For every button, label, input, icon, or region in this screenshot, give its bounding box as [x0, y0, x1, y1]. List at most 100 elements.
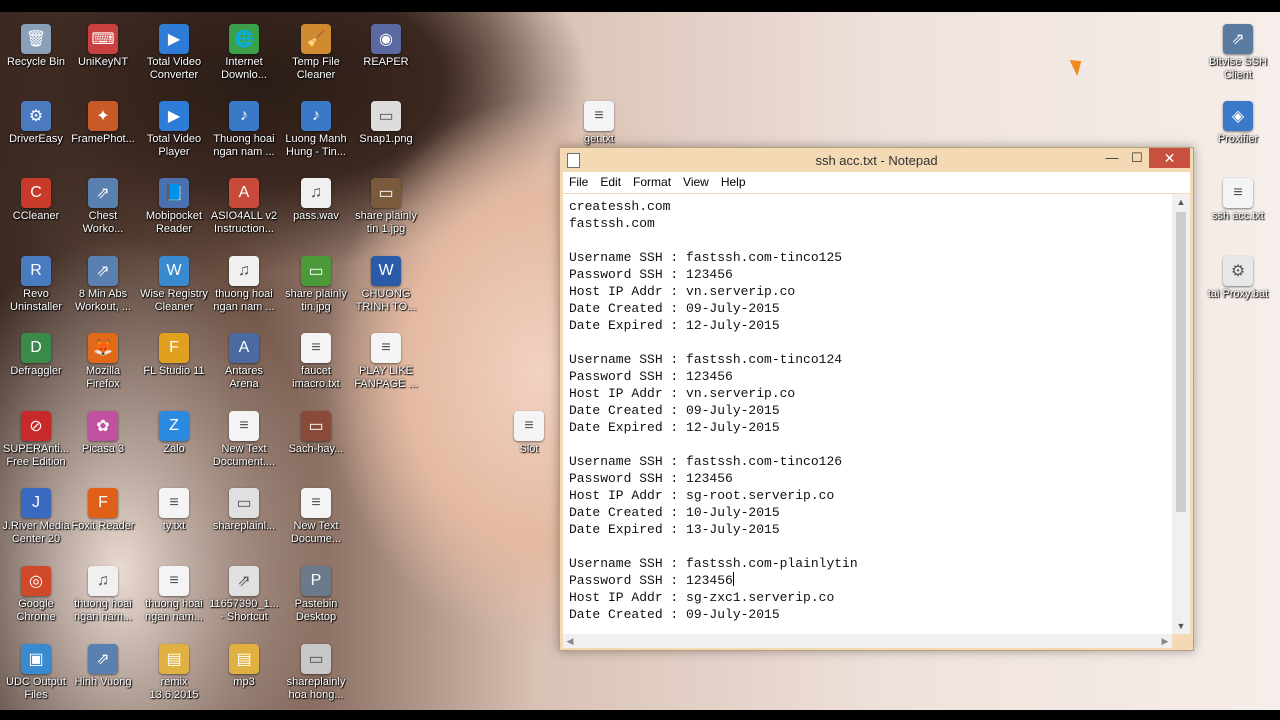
desktop-icon[interactable]: ≡ PLAY LIKE FANPAGE ...: [350, 329, 422, 401]
desktop-icon[interactable]: 🦊 Mozilla Firefox: [67, 329, 139, 401]
wise-registry-icon: W: [159, 256, 189, 286]
desktop-icon[interactable]: ⇗ 11657390_1... - Shortcut: [208, 562, 280, 634]
notepad-titlebar[interactable]: ssh acc.txt - Notepad — ☐ ✕: [560, 148, 1193, 172]
desktop-icon[interactable]: ♫ thuong hoai ngan nam...: [67, 562, 139, 634]
jriver-icon: J: [21, 488, 51, 518]
text-line: createssh.com: [569, 199, 671, 214]
desktop-icon[interactable]: ⚙ DriverEasy: [0, 97, 72, 169]
desktop-icon[interactable]: W CHUONG TRINH TO...: [350, 252, 422, 324]
desktop-icon[interactable]: ⇗ Hinh Vuong: [67, 640, 139, 710]
desktop-icon[interactable]: ≡ ssh acc.txt: [1202, 174, 1274, 246]
desktop-icon[interactable]: ▶ Total Video Player: [138, 97, 210, 169]
desktop-icon[interactable]: A Antares Arena: [208, 329, 280, 401]
desktop-icon[interactable]: ✦ FramePhot...: [67, 97, 139, 169]
desktop-icon[interactable]: ◉ REAPER: [350, 20, 422, 92]
menu-help[interactable]: Help: [715, 172, 752, 189]
desktop-icon[interactable]: 🗑 Recycle Bin: [0, 20, 72, 92]
desktop-icon[interactable]: F FL Studio 11: [138, 329, 210, 401]
desktop-icon[interactable]: ▭ Snap1.png: [350, 97, 422, 169]
desktop-icon[interactable]: C CCleaner: [0, 174, 72, 246]
desktop-icon[interactable]: 🌐 Internet Downlo...: [208, 20, 280, 92]
firefox-icon: 🦊: [88, 333, 118, 363]
desktop-icon[interactable]: ▭ share plainly tin.jpg: [280, 252, 352, 324]
scroll-up-arrow-icon[interactable]: ▲: [1172, 194, 1190, 210]
minimize-button[interactable]: —: [1100, 148, 1124, 168]
maximize-button[interactable]: ☐: [1125, 148, 1149, 168]
desktop-icon[interactable]: ▭ Sach-hay...: [280, 407, 352, 479]
desktop-icon[interactable]: ♫ pass.wav: [280, 174, 352, 246]
desktop-icon[interactable]: ⚙ tai Proxy.bat: [1202, 252, 1274, 324]
desktop-icon[interactable]: ▭ share plainly tin 1.jpg: [350, 174, 422, 246]
desktop-icon[interactable]: ▭ shareplainl...: [208, 484, 280, 556]
menu-format[interactable]: Format: [627, 172, 677, 189]
image-file-icon: ▭: [371, 178, 401, 208]
desktop-icon[interactable]: F Foxit Reader: [67, 484, 139, 556]
desktop-icon[interactable]: W Wise Registry Cleaner: [138, 252, 210, 324]
menu-file[interactable]: File: [563, 172, 594, 189]
vertical-scrollbar[interactable]: ▲ ▼: [1172, 194, 1190, 634]
text-line: Password SSH : 123456: [569, 369, 733, 384]
desktop-icon[interactable]: ≡ thuong hoai ngan nam...: [138, 562, 210, 634]
desktop-icon[interactable]: ✿ Picasa 3: [67, 407, 139, 479]
desktop-icon[interactable]: ▤ remix 13.6.2015: [138, 640, 210, 710]
desktop-icon-label: Total Video Converter: [146, 56, 202, 81]
desktop-icon[interactable]: R Revo Uninstaller: [0, 252, 72, 324]
desktop-icon[interactable]: ▤ mp3: [208, 640, 280, 710]
scroll-right-arrow-icon[interactable]: ▶: [1158, 634, 1172, 648]
text-line: fastssh.com: [569, 216, 655, 231]
desktop-icon-label: ty.txt: [162, 520, 186, 532]
desktop-icon[interactable]: ≡ Slot: [493, 407, 565, 479]
desktop-icon-label: Temp File Cleaner: [292, 56, 340, 81]
unikey-icon: ⌨: [88, 24, 118, 54]
desktop-icon-label: DriverEasy: [9, 133, 63, 145]
desktop-icon[interactable]: ⊘ SUPERAnti... Free Edition: [0, 407, 72, 479]
image-file-icon: ▭: [371, 101, 401, 131]
menu-edit[interactable]: Edit: [594, 172, 627, 189]
desktop-icon[interactable]: ▭ shareplainly hoa hong...: [280, 640, 352, 710]
text-line: Date Expired : 12-July-2015: [569, 420, 780, 435]
desktop-icon[interactable]: A ASIO4ALL v2 Instruction...: [208, 174, 280, 246]
desktop-icon[interactable]: ▣ UDC Output Files: [0, 640, 72, 710]
desktop-icon[interactable]: ♪ Thuong hoai ngan nam ...: [208, 97, 280, 169]
horizontal-scrollbar[interactable]: ◀ ▶: [563, 634, 1172, 648]
desktop-icon[interactable]: J J.River Media Center 20: [0, 484, 72, 556]
desktop-icon[interactable]: D Defraggler: [0, 329, 72, 401]
bitvise-icon: ⇗: [1223, 24, 1253, 54]
desktop-icon[interactable]: ≡ New Text Document....: [208, 407, 280, 479]
desktop-icon[interactable]: Z Zalo: [138, 407, 210, 479]
window-title: ssh acc.txt - Notepad: [815, 153, 938, 168]
desktop-icon[interactable]: P Pastebin Desktop: [280, 562, 352, 634]
desktop-icon[interactable]: ≡ ty.txt: [138, 484, 210, 556]
desktop-icon[interactable]: ◎ Google Chrome: [0, 562, 72, 634]
desktop-icon-label: Defraggler: [10, 365, 62, 377]
desktop-icon-label: Pastebin Desktop: [294, 598, 338, 623]
desktop-icon-label: thuong hoai ngan nam...: [73, 598, 133, 623]
close-button[interactable]: ✕: [1149, 148, 1190, 168]
text-line: Date Created : 09-July-2015: [569, 607, 780, 622]
desktop-icon[interactable]: ▶ Total Video Converter: [138, 20, 210, 92]
recycle-bin-icon: 🗑: [21, 24, 51, 54]
desktop-icon[interactable]: ⇗ Chest Worko...: [67, 174, 139, 246]
scroll-down-arrow-icon[interactable]: ▼: [1172, 618, 1190, 634]
text-area[interactable]: createssh.com fastssh.com Username SSH : f…: [563, 194, 1172, 634]
text-file-icon: ≡: [1223, 178, 1253, 208]
scroll-left-arrow-icon[interactable]: ◀: [563, 634, 577, 648]
desktop-icon[interactable]: ⇗ 8 Min Abs Workout, ...: [67, 252, 139, 324]
menu-view[interactable]: View: [677, 172, 715, 189]
letterbox-bottom: [0, 710, 1280, 720]
desktop-icon[interactable]: ⇗ Bitvise SSH Client: [1202, 20, 1274, 92]
desktop-icon[interactable]: ♫ thuong hoai ngan nam ...: [208, 252, 280, 324]
desktop-icon[interactable]: 🧹 Temp File Cleaner: [280, 20, 352, 92]
desktop-icon[interactable]: ≡ New Text Docume...: [280, 484, 352, 556]
desktop-icon[interactable]: ◈ Proxifier: [1202, 97, 1274, 169]
desktop-icon[interactable]: ≡ faucet imacro.txt: [280, 329, 352, 401]
idm-icon: 🌐: [229, 24, 259, 54]
antares-icon: A: [229, 333, 259, 363]
desktop-icon[interactable]: 📘 Mobipocket Reader: [138, 174, 210, 246]
scroll-thumb[interactable]: [1176, 212, 1186, 512]
notepad-window[interactable]: ssh acc.txt - Notepad — ☐ ✕ File Edit Form…: [559, 147, 1194, 651]
text-line: Username SSH : fastssh.com-tinco124: [569, 352, 843, 367]
desktop-icon[interactable]: ⌨ UniKeyNT: [67, 20, 139, 92]
desktop-icon[interactable]: ♪ Luong Manh Hung - Tin...: [280, 97, 352, 169]
text-file-icon: ≡: [301, 488, 331, 518]
